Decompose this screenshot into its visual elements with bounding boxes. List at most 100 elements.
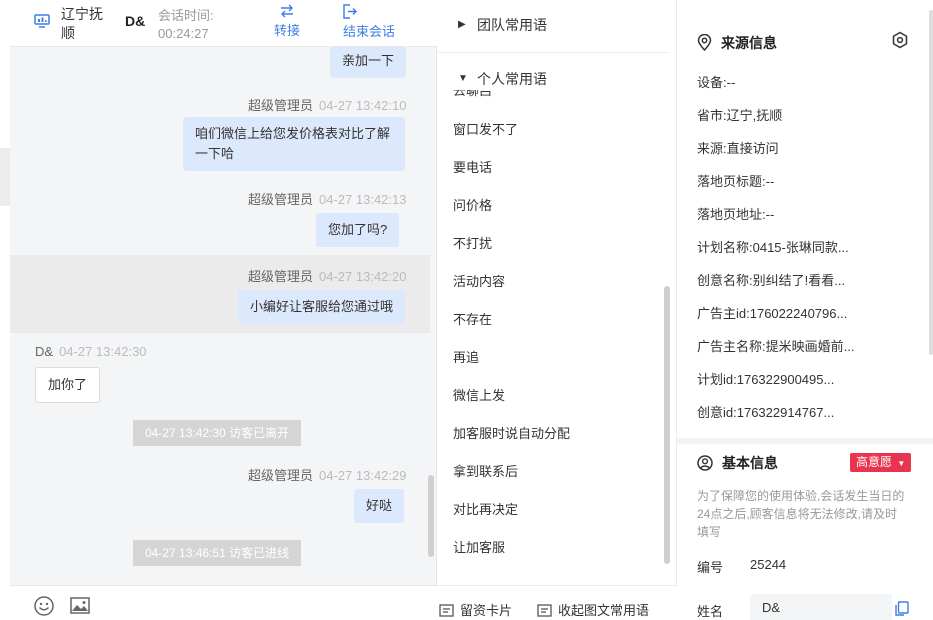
message-meta: 超级管理员 04-27 13:42:13 [248,189,406,208]
leave-card-button[interactable]: 留资卡片 [439,600,512,619]
personal-phrases-group[interactable]: ▼ 个人常用语 [437,66,669,90]
image-icon[interactable] [69,595,91,617]
monitor-icon [34,14,50,28]
agent-message-bubble: 小编好让客服给您通过哦 [238,290,406,324]
basic-info-label: 基本信息 [722,455,778,471]
end-session-label: 结束会话 [342,24,395,39]
phrase-item[interactable]: 加客服时说自动分配 [453,423,570,442]
advertiser-name: 广告主名称:提米映画婚前... [697,339,855,354]
agent-message-bubble: 亲加一下 [330,47,407,78]
card-icon [439,604,454,617]
collapse-phrases-label: 收起图文常用语 [558,603,650,618]
landing-page-url: 落地页地址:-- [697,207,775,222]
personal-phrases-label: 个人常用语 [477,71,547,87]
visitor-name: D& [125,13,146,29]
source-info-label: 来源信息 [721,35,777,51]
message-time: 04-27 13:42:29 [319,468,407,483]
phrase-item[interactable]: 不打扰 [453,233,492,252]
source-channel: 来源:直接访问 [697,141,779,156]
plan-id: 计划id:176322900495... [697,372,835,387]
basic-info-title: 基本信息 [697,453,778,473]
phrase-scrollbar[interactable] [664,286,670,564]
message-icon [537,604,552,617]
intent-level-dropdown[interactable]: 高意愿 ▼ [850,453,912,472]
message-line: 一下哈 [195,146,235,161]
team-phrases-label: 团队常用语 [477,17,547,33]
caret-down-icon: ▼ [458,73,468,84]
exit-icon [343,4,357,19]
message-list[interactable]: 亲加一下 超级管理员 04-27 13:42:10 咱们微信上给您发价格表对比了解… [10,47,437,585]
creative-name: 创意名称:别纠结了!看看... [697,273,846,288]
caret-right-icon: ▶ [458,19,466,30]
plan-name: 计划名称:0415-张琳同款... [697,240,849,255]
chat-input-toolbar [10,585,437,620]
edit-notice: 为了保障您的使用体验,会话发生当日的24点之后,顾客信息将无法修改,请及时填写 [697,489,905,539]
end-session-button[interactable]: 结束会话 [340,4,398,40]
name-field[interactable]: D& [750,594,892,620]
transfer-label: 转接 [273,23,300,38]
chat-scrollbar[interactable] [428,475,434,557]
phrase-item[interactable]: 问价格 [453,195,492,214]
message-time: 04-27 13:42:20 [319,269,407,284]
message-time: 04-27 13:42:10 [319,98,407,113]
transfer-icon [281,4,293,18]
phrase-item[interactable]: 对比再决定 [453,499,518,518]
message-line: 咱们微信上给您发价格表对比了解 [195,126,391,141]
chat-header: 辽宁抚顺 D& 会话时间: 00:24:27 转接 结束会话 [10,0,437,47]
team-phrases-group[interactable]: ▶ 团队常用语 [437,12,669,53]
phrase-item[interactable]: 拿到联系后 [453,461,518,480]
phrase-item[interactable]: 要电话 [453,157,492,176]
message-time: 04-27 13:42:13 [319,192,407,207]
id-label: 编号 [697,560,724,575]
message-meta: 超级管理员 04-27 13:42:20 [248,266,406,285]
system-notice: 04-27 13:46:51 访客已进线 [133,540,302,566]
phrase-list[interactable]: 去聊吕 窗口发不了 要电话 问价格 不打扰 活动内容 不存在 再追 微信上发 加… [437,88,663,570]
message-sender: 超级管理员 [248,98,314,113]
phrase-item[interactable]: 微信上发 [453,385,505,404]
chat-panel: 辽宁抚顺 D& 会话时间: 00:24:27 转接 结束会话 亲加一下 超级管理… [10,0,437,620]
agent-message-bubble: 咱们微信上给您发价格表对比了解 一下哈 [183,117,405,171]
smile-icon[interactable] [33,595,55,617]
phrase-item[interactable]: 再追 [453,347,479,366]
message-sender: 超级管理员 [248,269,314,284]
message-time: 04-27 13:42:30 [59,344,147,359]
name-label: 姓名 [697,604,724,619]
creative-id: 创意id:176322914767... [697,405,835,420]
message-sender: 超级管理员 [248,192,314,207]
message-meta: 超级管理员 04-27 13:42:10 [248,95,406,114]
leave-card-label: 留资卡片 [460,603,513,618]
landing-page-title: 落地页标题:-- [697,174,775,189]
message-meta: D& 04-27 13:42:30 [35,344,147,359]
location-pin-icon [697,33,712,52]
phrase-item[interactable]: 活动内容 [453,271,505,290]
session-time-label: 会话时间: [158,8,214,23]
message-meta: 超级管理员 04-27 13:42:29 [248,465,406,484]
source-province: 省市:辽宁,抚顺 [697,108,783,123]
source-info-title: 来源信息 [697,33,777,53]
advertiser-id: 广告主id:176022240796... [697,306,848,321]
phrase-item[interactable]: 窗口发不了 [453,119,518,138]
section-divider [677,438,933,444]
app-root: 辽宁抚顺 D& 会话时间: 00:24:27 转接 结束会话 亲加一下 超级管理… [0,0,933,620]
phrases-footer: 留资卡片 收起图文常用语 [437,585,677,620]
transfer-button[interactable]: 转接 [270,4,304,39]
agent-message-bubble: 好哒 [354,489,405,523]
id-value: 25244 [750,557,787,572]
caret-down-icon: ▼ [897,459,906,468]
agent-message-bubble: 您加了吗? [316,213,400,247]
phrase-item[interactable]: 让加客服 [453,537,505,556]
left-edge-strip [0,148,10,206]
source-device: 设备:-- [697,75,736,90]
settings-icon[interactable] [891,31,909,49]
visitor-region: 辽宁抚顺 [61,6,103,41]
system-notice: 04-27 13:42:30 访客已离开 [133,420,302,446]
visitor-info-panel: 来源信息 设备:-- 省市:辽宁,抚顺 来源:直接访问 落地页标题:-- 落地页… [677,0,933,620]
message-sender: 超级管理员 [248,468,314,483]
copy-icon[interactable] [895,601,909,616]
collapse-phrases-button[interactable]: 收起图文常用语 [537,600,649,619]
info-scrollbar[interactable] [929,10,933,355]
session-time-value: 00:24:27 [158,26,209,41]
message-sender: D& [35,344,54,359]
common-phrases-panel: ▶ 团队常用语 ▼ 个人常用语 去聊吕 窗口发不了 要电话 问价格 不打扰 活动… [437,0,677,620]
phrase-item[interactable]: 不存在 [453,309,492,328]
